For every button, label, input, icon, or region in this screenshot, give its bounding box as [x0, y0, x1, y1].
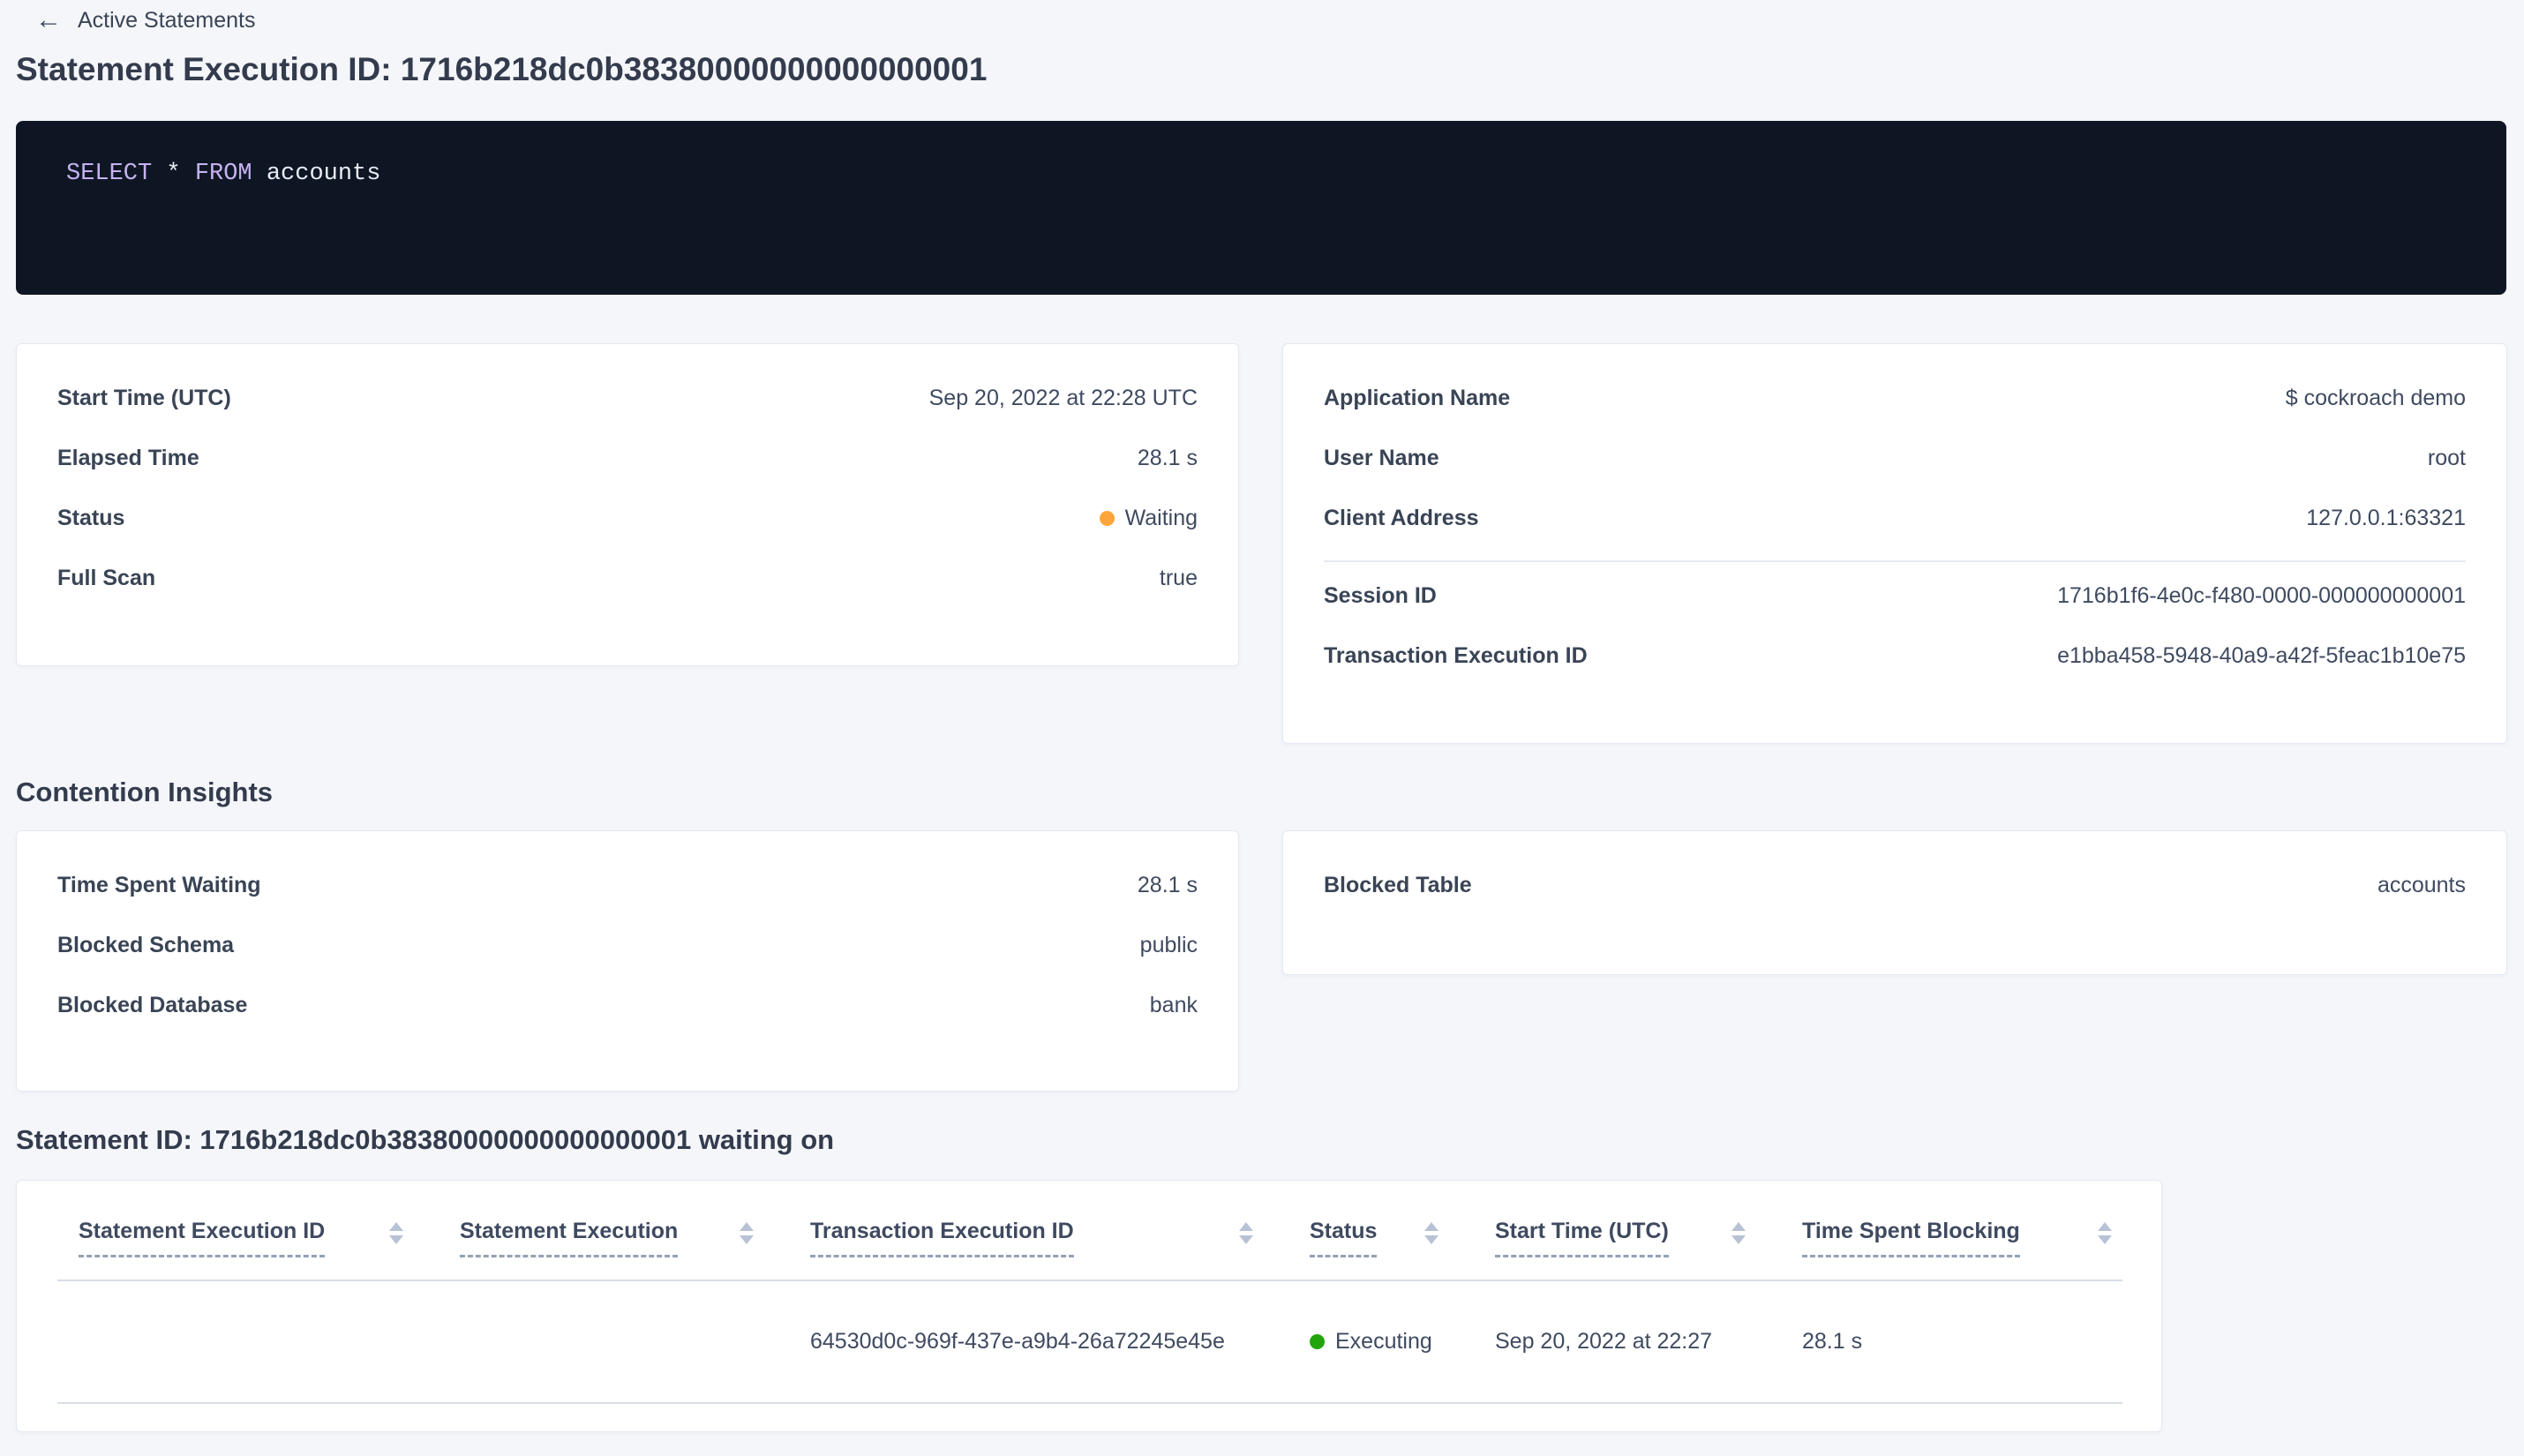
- sort-arrows-icon[interactable]: [1239, 1222, 1253, 1244]
- full-scan-value: true: [1159, 565, 1198, 590]
- column-header-status: Status: [1288, 1181, 1474, 1280]
- application-name-row: Application Name $ cockroach demo: [1283, 368, 2506, 428]
- time-spent-waiting-value: 28.1 s: [1137, 872, 1198, 897]
- orange-dot-icon: [1099, 510, 1115, 526]
- cell-statement-execution: [439, 1280, 789, 1403]
- column-header-transaction-execution-id: Transaction Execution ID: [789, 1181, 1288, 1280]
- user-name-value: root: [2427, 445, 2466, 470]
- back-link[interactable]: ← Active Statements: [35, 7, 255, 34]
- overview-cards-row: Start Time (UTC) Sep 20, 2022 at 22:28 U…: [16, 343, 2507, 744]
- session-id-label: Session ID: [1324, 582, 1437, 608]
- blocked-schema-label: Blocked Schema: [57, 932, 235, 957]
- blocked-database-label: Blocked Database: [57, 992, 248, 1017]
- elapsed-time-label: Elapsed Time: [57, 445, 199, 470]
- session-id-link[interactable]: 1716b1f6-4e0c-f480-0000-000000000001: [2057, 583, 2466, 609]
- status-badge: Waiting: [1099, 505, 1198, 531]
- card-divider: [1324, 560, 2466, 562]
- application-name-label: Application Name: [1324, 385, 1511, 410]
- sort-arrows-icon[interactable]: [389, 1222, 403, 1244]
- column-header-start-time: Start Time (UTC): [1474, 1181, 1781, 1280]
- cell-start-time: Sep 20, 2022 at 22:27: [1495, 1329, 1713, 1354]
- time-spent-waiting-row: Time Spent Waiting 28.1 s: [17, 855, 1238, 915]
- column-header-label[interactable]: Statement Execution ID: [79, 1218, 326, 1257]
- start-time-row: Start Time (UTC) Sep 20, 2022 at 22:28 U…: [17, 368, 1238, 428]
- waiting-on-heading: Statement ID: 1716b218dc0b38380000000000…: [16, 1124, 835, 1155]
- page-title: Statement Execution ID: 1716b218dc0b3838…: [16, 51, 988, 87]
- transaction-execution-id-row: Transaction Execution ID e1bba458-5948-4…: [1283, 626, 2506, 686]
- status-value: Executing: [1335, 1328, 1432, 1354]
- blocked-table-label: Blocked Table: [1324, 872, 1472, 897]
- elapsed-time-row: Elapsed Time 28.1 s: [17, 428, 1238, 488]
- back-label: Active Statements: [78, 7, 256, 33]
- execution-details-card: Start Time (UTC) Sep 20, 2022 at 22:28 U…: [16, 343, 1239, 666]
- sort-arrows-icon[interactable]: [740, 1222, 754, 1244]
- status-row: Status Waiting: [17, 488, 1238, 548]
- user-name-label: User Name: [1324, 445, 1439, 470]
- blocked-schema-value: public: [1139, 932, 1198, 957]
- sort-arrows-icon[interactable]: [2098, 1222, 2112, 1244]
- blocked-table-row: Blocked Table accounts: [1283, 855, 2506, 915]
- column-header-label[interactable]: Status: [1310, 1218, 1378, 1257]
- cell-status: Executing: [1288, 1280, 1474, 1403]
- session-details-card: Application Name $ cockroach demo User N…: [1282, 343, 2507, 744]
- column-header-label[interactable]: Time Spent Blocking: [1802, 1218, 2020, 1257]
- user-name-row: User Name root: [1283, 428, 2506, 488]
- transaction-execution-id-link[interactable]: e1bba458-5948-40a9-a42f-5feac1b10e75: [2057, 643, 2466, 669]
- start-time-label: Start Time (UTC): [57, 385, 231, 410]
- cell-statement-execution-id: [57, 1280, 439, 1403]
- table-header-row: Statement Execution ID Statement Executi…: [57, 1181, 2122, 1280]
- client-address-value: 127.0.0.1:63321: [2306, 505, 2466, 530]
- start-time-value: Sep 20, 2022 at 22:28 UTC: [928, 385, 1198, 410]
- status-badge: Executing: [1310, 1329, 1432, 1355]
- transaction-execution-id-label: Transaction Execution ID: [1324, 642, 1588, 668]
- cell-time-spent-blocking: 28.1 s: [1802, 1329, 1863, 1354]
- green-dot-icon: [1310, 1333, 1325, 1349]
- status-value: Waiting: [1124, 505, 1198, 530]
- sql-text: accounts: [252, 161, 381, 187]
- arrow-left-icon: ←: [35, 5, 62, 34]
- column-header-label[interactable]: Start Time (UTC): [1495, 1218, 1669, 1257]
- full-scan-row: Full Scan true: [17, 548, 1238, 608]
- column-header-label[interactable]: Transaction Execution ID: [810, 1218, 1074, 1257]
- column-header-statement-execution-id: Statement Execution ID: [57, 1181, 439, 1280]
- blocked-table-card: Blocked Table accounts: [1282, 830, 2507, 975]
- blocked-table-value: accounts: [2377, 872, 2466, 897]
- blocked-schema-row: Blocked Schema public: [17, 915, 1238, 975]
- table-row: 64530d0c-969f-437e-a9b4-26a72245e45e Exe…: [57, 1280, 2122, 1403]
- client-address-row: Client Address 127.0.0.1:63321: [1283, 488, 2506, 548]
- session-id-row: Session ID 1716b1f6-4e0c-f480-0000-00000…: [1283, 566, 2506, 626]
- column-header-time-spent-blocking: Time Spent Blocking: [1781, 1181, 2122, 1280]
- sql-text: *: [152, 161, 195, 187]
- application-name-value: $ cockroach demo: [2285, 385, 2466, 410]
- full-scan-label: Full Scan: [57, 565, 156, 590]
- blocked-database-row: Blocked Database bank: [17, 975, 1238, 1035]
- contention-details-card: Time Spent Waiting 28.1 s Blocked Schema…: [16, 830, 1239, 1092]
- status-label: Status: [57, 505, 125, 530]
- waiting-statements-table: Statement Execution ID Statement Executi…: [57, 1181, 2122, 1404]
- cell-transaction-execution-id: 64530d0c-969f-437e-a9b4-26a72245e45e: [810, 1329, 1225, 1354]
- column-header-statement-execution: Statement Execution: [439, 1181, 789, 1280]
- sql-keyword: SELECT: [66, 161, 153, 187]
- sort-arrows-icon[interactable]: [1731, 1222, 1746, 1244]
- time-spent-waiting-label: Time Spent Waiting: [57, 872, 261, 897]
- client-address-label: Client Address: [1324, 505, 1479, 530]
- sort-arrows-icon[interactable]: [1424, 1222, 1439, 1244]
- elapsed-time-value: 28.1 s: [1137, 445, 1198, 470]
- contention-cards-row: Time Spent Waiting 28.1 s Blocked Schema…: [16, 830, 2507, 1092]
- contention-insights-heading: Contention Insights: [16, 777, 274, 807]
- sql-keyword: FROM: [194, 161, 252, 187]
- sql-query-box: SELECT * FROM accounts: [16, 121, 2506, 295]
- waiting-statements-card: Statement Execution ID Statement Executi…: [16, 1180, 2162, 1432]
- blocked-database-value: bank: [1149, 992, 1198, 1017]
- column-header-label[interactable]: Statement Execution: [460, 1218, 679, 1257]
